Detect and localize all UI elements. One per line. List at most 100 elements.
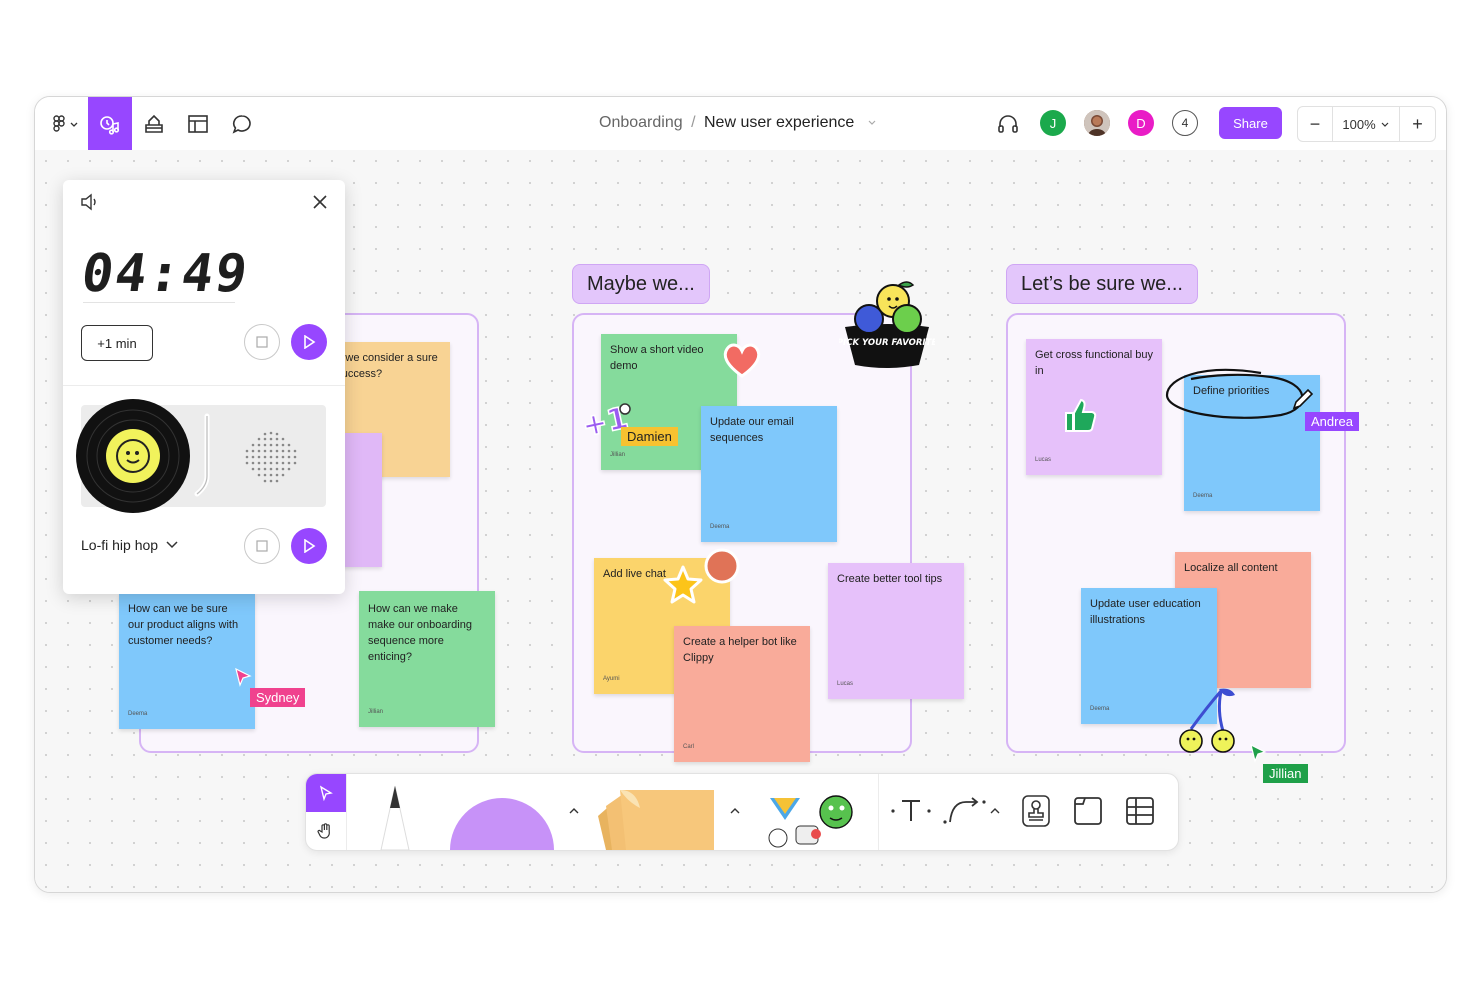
sticky-author: Deema [1090,706,1110,712]
cursor-label-damien: Damien [621,427,678,446]
chevron-up-icon[interactable] [729,806,741,816]
move-tool[interactable] [306,774,346,812]
bottom-toolbar [305,773,1179,851]
avatar-count[interactable]: 4 [1172,110,1198,136]
timer-music-icon[interactable] [88,97,132,150]
stamp-tool[interactable] [1017,793,1055,829]
sticky-author: Ayumi [603,676,620,682]
pen-tool[interactable] [370,784,420,850]
breadcrumb-parent[interactable]: Onboarding [599,114,683,131]
sticky-note[interactable]: Update our email sequences Deema [701,406,837,542]
section-label-maybe[interactable]: Maybe we... [572,264,710,304]
stickers-icon [768,795,853,848]
sticky-tool[interactable] [596,788,716,850]
play-icon [304,539,316,553]
sticky-text: Update user education illustrations [1090,598,1201,626]
toolbar-divider [878,774,879,850]
share-button[interactable]: Share [1219,107,1282,139]
add-minute-button[interactable]: +1 min [81,325,153,361]
hand-icon [317,823,330,839]
play-icon [304,335,316,349]
music-stop-button[interactable] [244,528,280,564]
shape-tool[interactable] [450,788,554,850]
star-sticker-icon[interactable] [661,564,705,606]
vinyl-record-icon[interactable] [75,398,193,516]
cursor-label-andrea: Andrea [1305,412,1359,431]
section-icon [1074,797,1102,825]
chevron-up-icon[interactable] [989,806,1001,816]
pick-favorite-sticker-icon[interactable]: PICK YOUR FAVORITE [839,277,935,371]
speaker-grill-icon [245,431,297,483]
zoom-level-dropdown[interactable]: 100% [1333,107,1400,141]
stamp-icon [1022,795,1050,827]
sticky-icon [598,790,714,850]
sticky-text: Create a helper bot like Clippy [683,636,797,664]
text-tool[interactable] [890,793,932,829]
timer-stop-button[interactable] [244,324,280,360]
breadcrumb-current[interactable]: New user experience [704,114,854,131]
sticky-text: Create better tool tips [837,573,943,585]
avatar[interactable]: J [1040,110,1066,136]
music-dropdown[interactable]: Lo-fi hip hop [81,537,178,553]
avatar[interactable]: D [1128,110,1154,136]
close-icon[interactable] [312,194,328,210]
section-tool[interactable] [1069,793,1107,829]
music-play-button[interactable] [291,528,327,564]
chevron-up-icon[interactable] [568,806,580,816]
stickers-tool[interactable] [758,790,862,850]
breadcrumb[interactable]: Onboarding / New user experience [599,114,877,132]
top-bar: Onboarding / New user experience J D 4 S… [35,97,1446,151]
sticky-author: Lucas [1035,457,1052,463]
sticky-note[interactable]: Create better tool tips Lucas [828,563,964,699]
sticky-text: How can we be sure our product aligns wi… [128,603,239,647]
stamp-tool-icon[interactable] [132,97,176,150]
shape-icon [450,798,554,850]
sticky-text: Localize all content [1184,562,1278,574]
heart-sticker-icon[interactable] [721,341,763,379]
sticky-note[interactable]: How can we be sure our product aligns wi… [119,593,255,729]
timer-underline [83,302,235,303]
pen-icon [380,785,410,850]
sticky-author: Lucas [837,681,854,687]
comment-icon[interactable] [220,97,264,150]
sticky-author: Carl [683,744,695,750]
zoom-in-button[interactable]: + [1400,107,1435,141]
chevron-down-icon[interactable] [867,117,877,127]
sticky-author: Jillian [368,709,384,715]
connector-tool[interactable] [942,793,988,829]
sticky-text: Update our email sequences [710,416,794,444]
cursor-arrow-icon [235,667,252,687]
cursor-label-sydney: Sydney [250,688,306,707]
cursor-arrow-icon [1250,743,1267,763]
timer-music-panel: 04:49 +1 min Lo-fi hip hop [63,180,345,594]
sticky-text: Show a short video demo [610,344,704,372]
table-tool[interactable] [1121,793,1159,829]
avatar-photo[interactable] [1084,110,1110,136]
timer-play-button[interactable] [291,324,327,360]
sticky-note[interactable]: Create a helper bot like Clippy Carl [674,626,810,762]
cherries-sticker-icon[interactable] [1171,685,1243,757]
zoom-out-button[interactable]: − [1298,107,1333,141]
sticky-text: Get cross functional buy in [1035,349,1154,377]
pick-favorite-text: PICK YOUR FAVORITE [839,338,935,348]
table-icon [1126,797,1154,825]
headphones-icon[interactable] [986,97,1030,150]
sticky-note[interactable]: How can we make make our onboarding sequ… [359,591,495,727]
sticky-text: Add live chat [603,568,666,580]
section-label-sure[interactable]: Let’s be sure we... [1006,264,1198,304]
sticky-note[interactable]: Get cross functional buy in Lucas [1026,339,1162,475]
text-icon [891,800,931,821]
move-cursor-icon [319,785,333,801]
hand-tool[interactable] [306,812,346,850]
layout-icon[interactable] [176,97,220,150]
speaker-icon[interactable] [80,193,100,211]
sticky-author: Deema [710,524,730,530]
zoom-level: 100% [1342,116,1376,132]
music-track-label: Lo-fi hip hop [81,537,159,553]
sticky-author: Jillian [610,452,626,458]
figma-menu-icon[interactable] [43,97,87,150]
toolbar-divider [346,774,347,850]
timer-display: 04:49 [77,244,253,304]
sticker-dot-icon[interactable] [703,547,741,585]
panel-divider [63,385,345,386]
